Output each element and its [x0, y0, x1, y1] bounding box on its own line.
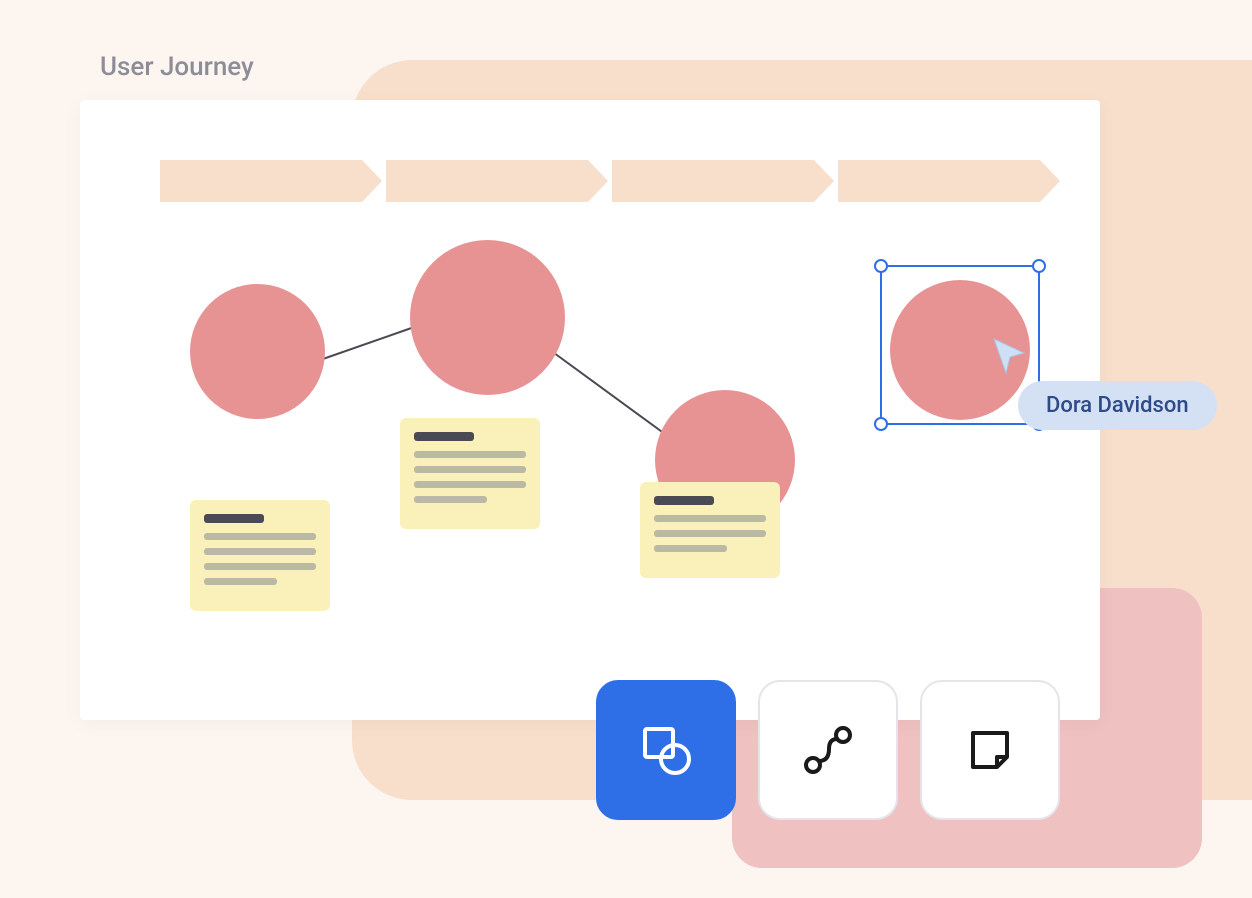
note-line-placeholder — [414, 496, 487, 503]
note-line-placeholder — [654, 530, 766, 537]
tool-shape-button[interactable] — [596, 680, 736, 820]
connector-icon — [799, 721, 857, 779]
journey-node[interactable] — [190, 284, 325, 419]
selection-handle[interactable] — [874, 417, 888, 431]
tool-connector-button[interactable] — [758, 680, 898, 820]
note-title-placeholder — [654, 496, 714, 505]
selection-handle[interactable] — [1032, 259, 1046, 273]
sticky-note-icon — [963, 723, 1017, 777]
sticky-note[interactable] — [640, 482, 780, 578]
note-line-placeholder — [654, 545, 727, 552]
note-line-placeholder — [414, 451, 526, 458]
note-title-placeholder — [204, 514, 264, 523]
tool-sticky-button[interactable] — [920, 680, 1060, 820]
whiteboard-canvas[interactable]: Dora Davidson — [80, 100, 1100, 720]
note-line-placeholder — [204, 533, 316, 540]
note-title-placeholder — [414, 432, 474, 441]
note-line-placeholder — [204, 548, 316, 555]
note-line-placeholder — [414, 466, 526, 473]
note-line-placeholder — [654, 515, 766, 522]
collaborator-cursor-icon — [990, 335, 1030, 375]
note-line-placeholder — [204, 563, 316, 570]
note-line-placeholder — [204, 578, 277, 585]
page-title: User Journey — [100, 52, 254, 82]
note-line-placeholder — [414, 481, 526, 488]
selection-handle[interactable] — [874, 259, 888, 273]
shape-icon — [637, 721, 695, 779]
tool-toolbar — [596, 680, 1060, 820]
journey-node[interactable] — [410, 240, 565, 395]
sticky-note[interactable] — [190, 500, 330, 611]
collaborator-name-badge: Dora Davidson — [1018, 381, 1217, 430]
sticky-note[interactable] — [400, 418, 540, 529]
